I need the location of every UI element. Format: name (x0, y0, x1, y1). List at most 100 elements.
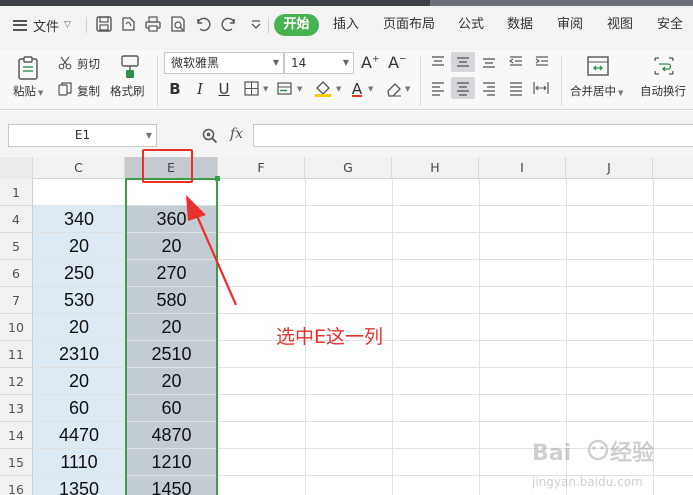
file-menu-label: 文件 (33, 19, 60, 35)
undo-icon[interactable] (194, 15, 212, 33)
cell-style-icon[interactable] (276, 80, 294, 98)
font-size-select[interactable]: 14 ▼ (284, 52, 354, 74)
formula-bar: E1 ▼ fx (0, 111, 693, 157)
tab-data[interactable]: 数据 (504, 14, 536, 36)
scissors-icon[interactable] (58, 56, 72, 70)
distributed-align-icon[interactable] (532, 80, 550, 96)
save-icon[interactable] (95, 15, 113, 33)
cell-c[interactable]: 4470 (33, 422, 125, 449)
svg-text:Bai: Bai (532, 441, 571, 466)
tab-home[interactable]: 开始 (274, 14, 319, 36)
row-header[interactable]: 11 (0, 341, 33, 368)
paste-button[interactable]: 粘贴 ▼ (13, 83, 43, 99)
align-right-icon[interactable] (481, 80, 497, 96)
chevron-down-icon: ▼ (405, 85, 411, 93)
copy-button[interactable]: 复制 (77, 83, 100, 99)
merge-center-icon[interactable] (586, 54, 610, 78)
row-header[interactable]: 14 (0, 422, 33, 449)
format-painter-icon[interactable] (119, 54, 141, 80)
cell-c[interactable]: 20 (33, 368, 125, 395)
cell-c[interactable]: 340 (33, 206, 125, 233)
annotation-highlight-box (142, 149, 193, 183)
justify-icon[interactable] (508, 80, 524, 96)
font-name-select[interactable]: 微软雅黑 ▼ (164, 52, 284, 74)
font-color-button[interactable]: A (350, 80, 364, 98)
cell-e[interactable]: 60 (125, 395, 218, 422)
row-header[interactable]: 12 (0, 368, 33, 395)
tab-security[interactable]: 安全 (654, 14, 686, 36)
merge-center-button[interactable]: 合并居中 ▼ (570, 83, 623, 99)
bold-button[interactable]: B (168, 80, 182, 98)
row-header[interactable]: 10 (0, 314, 33, 341)
row-header[interactable]: 1 (0, 179, 33, 206)
print-preview-icon[interactable] (169, 15, 187, 33)
cell-c[interactable]: 2310 (33, 341, 125, 368)
name-box[interactable]: E1 ▼ (8, 124, 157, 147)
column-header-f[interactable]: F (218, 157, 305, 179)
column-header-c[interactable]: C (33, 157, 125, 179)
row-header[interactable]: 13 (0, 395, 33, 422)
cell-e[interactable]: 20 (125, 314, 218, 341)
underline-button[interactable]: U (217, 80, 231, 98)
row-header[interactable]: 5 (0, 233, 33, 260)
baidu-watermark-logo: Bai 经验 jingyan.baidu.com (531, 439, 654, 489)
align-bottom-icon[interactable] (481, 54, 497, 70)
tab-view[interactable]: 视图 (604, 14, 636, 36)
cell-e[interactable]: 1450 (125, 476, 218, 495)
decrease-font-button[interactable]: A− (388, 53, 407, 72)
fill-handle[interactable] (215, 176, 220, 181)
format-painter-button[interactable]: 格式刷 (110, 83, 145, 99)
tab-review[interactable]: 审阅 (554, 14, 586, 36)
align-middle-icon (457, 57, 469, 67)
column-header-i[interactable]: I (479, 157, 566, 179)
file-menu-button[interactable]: 文件 ▽ (13, 13, 71, 37)
increase-font-button[interactable]: A+ (361, 53, 380, 72)
redo-icon[interactable] (220, 15, 238, 33)
cell-c[interactable] (33, 179, 125, 206)
increase-indent-icon[interactable] (534, 54, 550, 70)
align-left-icon[interactable] (430, 80, 446, 96)
export-pdf-icon[interactable] (119, 15, 137, 33)
column-header-j[interactable]: J (566, 157, 653, 179)
cell-e[interactable]: 1210 (125, 449, 218, 476)
tab-page-layout[interactable]: 页面布局 (381, 14, 437, 36)
cell-c[interactable]: 530 (33, 287, 125, 314)
italic-button[interactable]: I (193, 80, 207, 98)
eraser-icon[interactable] (385, 81, 403, 97)
border-icon[interactable] (243, 80, 261, 98)
row-header[interactable]: 16 (0, 476, 33, 495)
cell-c[interactable]: 20 (33, 314, 125, 341)
cell-c[interactable]: 20 (33, 233, 125, 260)
cut-button[interactable]: 剪切 (77, 56, 100, 72)
row-header[interactable]: 4 (0, 206, 33, 233)
decrease-indent-icon[interactable] (508, 54, 524, 70)
column-header-g[interactable]: G (305, 157, 392, 179)
customize-toolbar-icon[interactable] (247, 15, 265, 33)
wrap-text-button[interactable]: 自动换行 (640, 83, 686, 99)
cell-e[interactable]: 4870 (125, 422, 218, 449)
align-top-icon[interactable] (430, 54, 446, 70)
cell-c[interactable]: 1350 (33, 476, 125, 495)
row-header[interactable]: 15 (0, 449, 33, 476)
copy-icon[interactable] (58, 82, 72, 96)
select-all-corner[interactable] (0, 157, 33, 179)
fill-color-icon[interactable] (313, 80, 333, 98)
wrap-text-icon[interactable] (652, 54, 676, 78)
insert-function-button[interactable]: fx (230, 126, 243, 142)
cell-c[interactable]: 1110 (33, 449, 125, 476)
print-icon[interactable] (144, 15, 162, 33)
cell-c[interactable]: 250 (33, 260, 125, 287)
zoom-search-icon[interactable] (201, 127, 219, 145)
tab-formulas[interactable]: 公式 (455, 14, 487, 36)
column-header-h[interactable]: H (392, 157, 479, 179)
svg-text:jingyan.baidu.com: jingyan.baidu.com (531, 475, 643, 489)
cell-e[interactable]: 20 (125, 368, 218, 395)
column-header-k[interactable] (653, 157, 693, 179)
row-header[interactable]: 7 (0, 287, 33, 314)
row-header[interactable]: 6 (0, 260, 33, 287)
paste-icon[interactable] (16, 55, 40, 81)
cell-e[interactable]: 2510 (125, 341, 218, 368)
formula-input[interactable] (253, 124, 693, 147)
cell-c[interactable]: 60 (33, 395, 125, 422)
tab-insert[interactable]: 插入 (330, 14, 362, 36)
